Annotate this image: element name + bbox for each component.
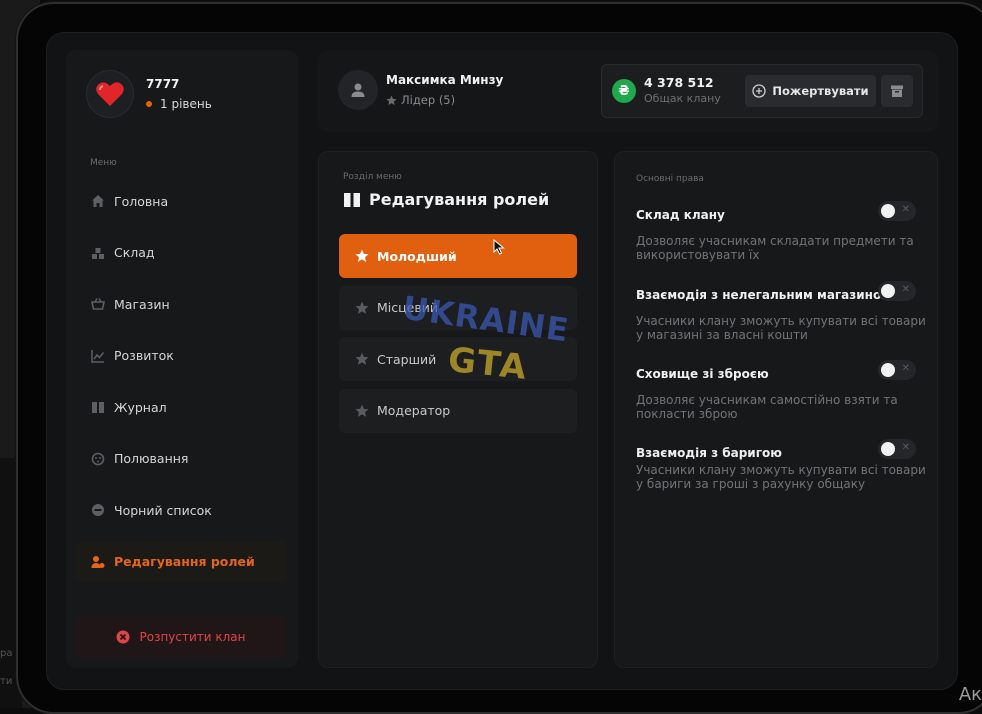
roles-panel: Розділ меню Редагування ролей Молодший М… bbox=[318, 151, 598, 668]
mouse-cursor-icon bbox=[493, 239, 505, 255]
star-icon bbox=[386, 94, 397, 106]
toggle-knob bbox=[881, 442, 895, 456]
heart-icon bbox=[96, 82, 124, 106]
leader-avatar bbox=[338, 70, 378, 110]
close-circle-icon bbox=[116, 630, 130, 644]
disband-clan-label: Розпустити клан bbox=[139, 630, 246, 644]
right-item-clan-storage: Склад клану ✕ Дозволяє учасникам складат… bbox=[636, 201, 926, 262]
right-description: Дозволяє учасникам складати предмети та … bbox=[636, 234, 914, 262]
sidebar-item-shop[interactable]: Магазин bbox=[76, 283, 286, 325]
plus-circle-icon bbox=[752, 84, 767, 98]
star-icon bbox=[355, 404, 369, 418]
level-dot-icon bbox=[146, 101, 152, 107]
right-toggle[interactable]: ✕ bbox=[878, 439, 916, 459]
toggle-knob bbox=[881, 284, 895, 298]
close-icon: ✕ bbox=[901, 284, 910, 295]
sidebar-item-label: Склад bbox=[114, 245, 155, 260]
right-item-dealer: Взаємодія з баригою ✕ Учасники клану змо… bbox=[636, 439, 926, 491]
sidebar-item-label: Головна bbox=[114, 193, 169, 209]
sidebar-item-blacklist[interactable]: Чорний список bbox=[76, 489, 286, 531]
sidebar-item-edit-roles[interactable]: Редагування ролей bbox=[76, 540, 286, 583]
right-item-weapon-storage: Сховище зі зброєю ✕ Дозволяє учасникам с… bbox=[636, 360, 926, 421]
toggle-knob bbox=[881, 204, 895, 218]
sidebar-menu: Головна Склад Магазин Розвиток Журнал По… bbox=[76, 180, 286, 592]
avatar bbox=[86, 70, 134, 118]
right-toggle[interactable]: ✕ bbox=[878, 201, 916, 221]
star-icon bbox=[355, 301, 369, 315]
sidebar-item-warehouse[interactable]: Склад bbox=[76, 232, 286, 274]
hryvnia-coin-icon: ₴ bbox=[612, 79, 636, 103]
donate-label: Пожертвувати bbox=[772, 84, 869, 98]
role-list: Молодший Місцевий Старший Модератор bbox=[339, 234, 577, 440]
star-icon bbox=[355, 249, 369, 263]
right-toggle[interactable]: ✕ bbox=[878, 281, 916, 301]
role-label: Старший bbox=[377, 351, 437, 367]
warehouse-icon bbox=[90, 245, 106, 261]
leader-info: Максимка Минзу Лідер (5) bbox=[338, 70, 503, 110]
sidebar-item-label: Редагування ролей bbox=[114, 554, 255, 569]
box-icon bbox=[891, 85, 903, 97]
role-label: Молодший bbox=[377, 248, 457, 264]
clan-fund: ₴ 4 378 512 Общак клану Пожертвувати bbox=[601, 64, 923, 118]
user-icon bbox=[351, 83, 365, 97]
right-description: Учасники клану зможуть купувати всі това… bbox=[636, 314, 926, 342]
sidebar-item-label: Полювання bbox=[114, 451, 189, 466]
star-icon bbox=[355, 352, 369, 366]
background-text: рa bbox=[0, 648, 13, 659]
roles-title-text: Редагування ролей bbox=[369, 190, 550, 209]
rights-panel: Основні права Склад клану ✕ Дозволяє уча… bbox=[614, 151, 938, 668]
users-icon bbox=[90, 554, 106, 570]
sidebar-item-label: Журнал bbox=[114, 399, 167, 415]
right-toggle[interactable]: ✕ bbox=[878, 360, 916, 380]
right-description: Дозволяє учасникам самостійно взяти та п… bbox=[636, 393, 898, 421]
role-item-moderator[interactable]: Модератор bbox=[339, 388, 577, 433]
sidebar-item-label: Магазин bbox=[114, 296, 170, 312]
book-icon bbox=[343, 192, 361, 208]
player-level: 1 рівень bbox=[146, 97, 212, 111]
role-label: Місцевий bbox=[377, 300, 438, 315]
menu-label: Меню bbox=[90, 158, 117, 168]
donate-button[interactable]: Пожертвувати bbox=[745, 75, 876, 107]
sidebar-item-label: Розвиток bbox=[114, 348, 174, 363]
disband-clan-button[interactable]: Розпустити клан bbox=[76, 616, 286, 658]
player-name: 7777 bbox=[146, 77, 180, 91]
sidebar-item-journal[interactable]: Журнал bbox=[76, 386, 286, 428]
sidebar-item-label: Чорний список bbox=[114, 502, 212, 518]
toggle-knob bbox=[881, 363, 895, 377]
close-icon: ✕ bbox=[901, 442, 910, 453]
role-item-junior[interactable]: Молодший bbox=[339, 234, 577, 278]
sidebar-item-hunting[interactable]: Полювання bbox=[76, 438, 286, 480]
roles-section-label: Розділ меню bbox=[343, 172, 402, 182]
background-text: ти bbox=[0, 676, 13, 687]
chart-icon bbox=[90, 348, 106, 364]
close-icon: ✕ bbox=[901, 204, 910, 215]
right-description: Учасники клану зможуть купувати всі това… bbox=[636, 463, 926, 491]
role-item-local[interactable]: Місцевий bbox=[339, 285, 577, 330]
close-icon: ✕ bbox=[901, 363, 910, 374]
clan-header: Максимка Минзу Лідер (5) ₴ 4 378 512 Общ… bbox=[318, 50, 938, 132]
corner-text: Ак bbox=[958, 684, 982, 705]
role-label: Модератор bbox=[377, 403, 451, 418]
rights-section-label: Основні права bbox=[636, 174, 704, 184]
fund-amount: 4 378 512 bbox=[644, 75, 714, 90]
role-item-senior[interactable]: Старший bbox=[339, 337, 577, 381]
home-icon bbox=[90, 193, 106, 209]
basket-icon bbox=[90, 296, 106, 312]
fund-label: Общак клану bbox=[644, 92, 721, 105]
storage-button[interactable] bbox=[881, 75, 913, 107]
right-item-illegal-shop: Взаємодія з нелегальним магазином ✕ Учас… bbox=[636, 281, 926, 342]
player-level-text: 1 рівень bbox=[160, 97, 212, 111]
leader-role-text: Лідер (5) bbox=[401, 93, 456, 107]
target-icon bbox=[90, 451, 106, 467]
sidebar-item-development[interactable]: Розвиток bbox=[76, 335, 286, 377]
block-icon bbox=[90, 502, 106, 518]
leader-role: Лідер (5) bbox=[386, 93, 503, 107]
roles-title: Редагування ролей bbox=[343, 190, 549, 209]
leader-name: Максимка Минзу bbox=[386, 73, 504, 87]
sidebar-item-home[interactable]: Головна bbox=[76, 180, 286, 222]
player-profile: 7777 1 рівень bbox=[86, 70, 212, 118]
sidebar: 7777 1 рівень Меню Головна Склад Магазин bbox=[66, 50, 298, 668]
book-icon bbox=[90, 399, 106, 415]
